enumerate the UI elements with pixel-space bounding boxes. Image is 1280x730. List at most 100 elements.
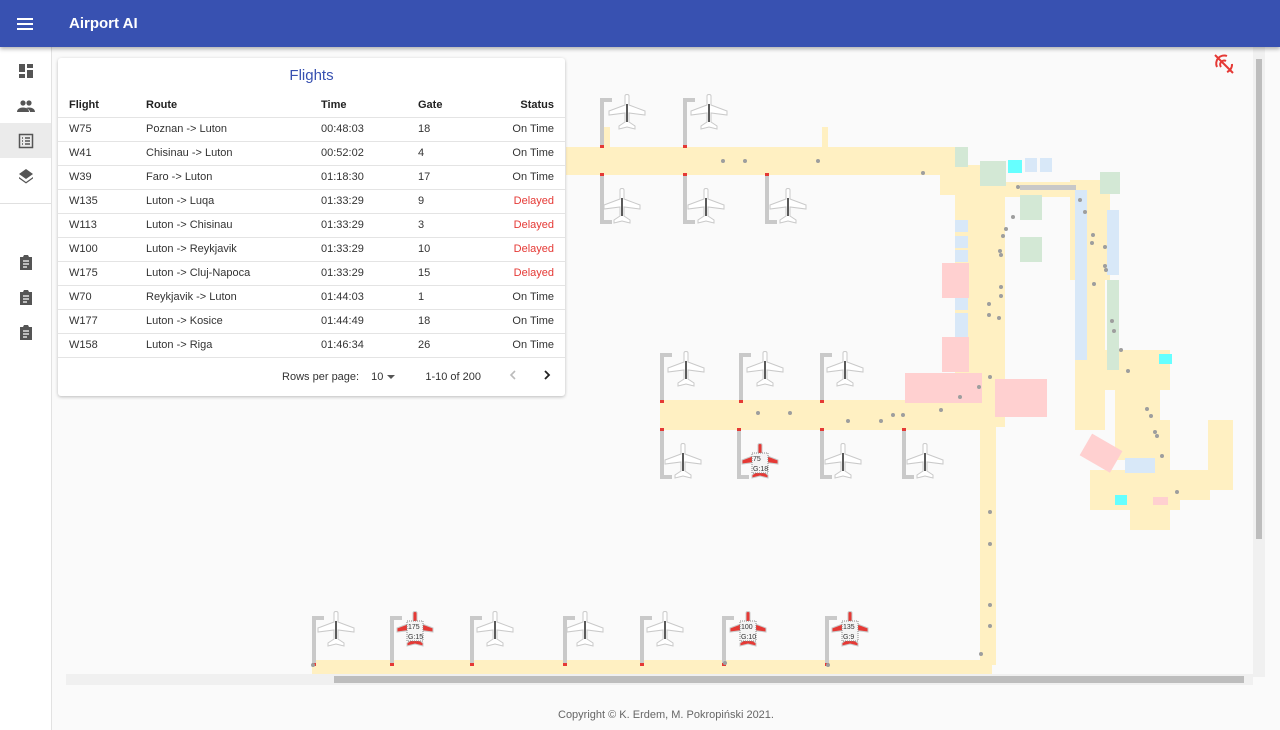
chevron-left-icon xyxy=(509,370,516,380)
sidebar-item-dashboard[interactable] xyxy=(0,53,51,88)
person-dot xyxy=(939,408,943,412)
plane-icon[interactable] xyxy=(906,443,944,479)
person-dot xyxy=(721,159,725,163)
plane-icon[interactable] xyxy=(687,188,725,224)
room xyxy=(1159,354,1172,364)
sidebar-item-report-2[interactable] xyxy=(0,279,51,314)
plane-gate-label: G:15 xyxy=(408,634,423,641)
plane-icon[interactable] xyxy=(664,443,702,479)
room xyxy=(1107,210,1119,275)
delayed-plane[interactable]: 75 G:18 xyxy=(741,443,779,479)
gate-marker xyxy=(390,663,394,666)
corridor xyxy=(980,390,996,665)
plane-icon[interactable] xyxy=(608,94,646,130)
gate-jetway xyxy=(312,616,324,665)
plane-gate-label: G:10 xyxy=(741,634,756,641)
col-route[interactable]: Route xyxy=(135,93,310,117)
sidebar-item-flights[interactable] xyxy=(0,123,51,158)
person-dot xyxy=(1149,414,1153,418)
cell-status: On Time xyxy=(463,308,565,333)
gate-bridge xyxy=(660,353,672,403)
col-gate[interactable]: Gate xyxy=(407,93,464,117)
person-dot xyxy=(977,385,981,389)
sidebar-item-layers[interactable] xyxy=(0,158,51,193)
sidebar-item-report-1[interactable] xyxy=(0,244,51,279)
table-row[interactable]: W158 Luton -> Riga 01:46:34 26 On Time xyxy=(58,332,565,357)
room xyxy=(1008,160,1022,173)
plane-flight-label: 100 xyxy=(741,624,753,631)
gate-bridge xyxy=(722,616,734,666)
plane-icon[interactable] xyxy=(826,351,864,387)
menu-icon xyxy=(17,17,33,30)
plane-icon[interactable] xyxy=(746,351,784,387)
person-dot xyxy=(1078,198,1082,202)
table-row[interactable]: W100 Luton -> Reykjavik 01:33:29 10 Delayed xyxy=(58,236,565,261)
person-dot xyxy=(1001,234,1005,238)
delayed-plane[interactable]: 100 G:10 xyxy=(729,611,767,647)
gate-bridge xyxy=(820,428,832,479)
person-dot xyxy=(1103,245,1107,249)
table-row[interactable]: W175 Luton -> Cluj-Napoca 01:33:29 15 Delaye… xyxy=(58,260,565,285)
cell-route: Luton -> Cluj-Napoca xyxy=(135,260,310,285)
menu-button[interactable] xyxy=(0,17,52,31)
vertical-scrollbar[interactable] xyxy=(1253,47,1265,677)
person-dot xyxy=(988,624,992,628)
room xyxy=(980,161,1006,186)
room xyxy=(1020,237,1042,262)
sidebar-divider xyxy=(0,203,51,204)
plane-gate-label: G:18 xyxy=(753,466,768,473)
person-dot xyxy=(1126,369,1130,373)
table-row[interactable]: W75 Poznan -> Luton 00:48:03 18 On Time xyxy=(58,116,565,141)
col-time[interactable]: Time xyxy=(310,93,407,117)
gate-jetway xyxy=(820,430,832,479)
sidebar xyxy=(0,47,52,730)
room xyxy=(1020,195,1042,220)
cell-flight: W158 xyxy=(58,332,135,357)
table-row[interactable]: W70 Reykjavik -> Luton 01:44:03 1 On Time xyxy=(58,284,565,309)
horizontal-scroll-thumb[interactable] xyxy=(334,676,1244,683)
cell-status: Delayed xyxy=(463,188,565,213)
next-page-button[interactable] xyxy=(541,369,553,384)
vertical-scroll-thumb[interactable] xyxy=(1256,59,1262,539)
plane-icon[interactable] xyxy=(690,94,728,130)
plane-icon[interactable] xyxy=(603,188,641,224)
gate-jetway xyxy=(640,616,652,665)
clipboard-icon xyxy=(19,289,32,305)
horizontal-scrollbar[interactable] xyxy=(66,674,1253,685)
gate-bridge xyxy=(765,173,777,224)
table-row[interactable]: W135 Luton -> Luqa 01:33:29 9 Delayed xyxy=(58,188,565,213)
signal-off-icon[interactable] xyxy=(1214,54,1234,74)
plane-icon[interactable] xyxy=(769,188,807,224)
plane-icon[interactable] xyxy=(646,611,684,647)
cell-status: Delayed xyxy=(463,260,565,285)
gate-jetway xyxy=(660,353,672,402)
delayed-plane[interactable]: 135G:9 xyxy=(831,611,869,647)
table-row[interactable]: W113 Luton -> Chisinau 01:33:29 3 Delayed xyxy=(58,212,565,237)
cell-time: 01:33:29 xyxy=(310,212,407,237)
person-dot xyxy=(1104,268,1108,272)
gate-marker xyxy=(739,400,743,403)
table-row[interactable]: W39 Faro -> Luton 01:18:30 17 On Time xyxy=(58,164,565,189)
col-status[interactable]: Status xyxy=(464,93,565,117)
rows-per-page-select[interactable]: 10 xyxy=(371,371,397,383)
sidebar-item-report-3[interactable] xyxy=(0,314,51,349)
corridor xyxy=(1160,470,1210,500)
cell-gate: 17 xyxy=(407,164,464,189)
col-flight[interactable]: Flight xyxy=(58,93,135,117)
plane-icon[interactable] xyxy=(824,443,862,479)
table-row[interactable]: W177 Luton -> Kosice 01:44:49 18 On Time xyxy=(58,308,565,333)
plane-icon[interactable] xyxy=(476,611,514,647)
table-row[interactable]: W41 Chisinau -> Luton 00:52:02 4 On Time xyxy=(58,140,565,165)
delayed-plane[interactable]: 175 G:15 xyxy=(396,611,434,647)
sidebar-item-people[interactable] xyxy=(0,88,51,123)
gate-marker xyxy=(563,663,567,666)
gate-bridge xyxy=(600,173,612,224)
plane-icon[interactable] xyxy=(667,351,705,387)
person-dot xyxy=(998,249,1002,253)
prev-page-button[interactable] xyxy=(507,369,519,384)
room xyxy=(955,313,968,337)
room xyxy=(1025,158,1037,172)
gate-bridge xyxy=(660,428,672,479)
cell-gate: 9 xyxy=(407,188,464,213)
person-dot xyxy=(988,375,992,379)
